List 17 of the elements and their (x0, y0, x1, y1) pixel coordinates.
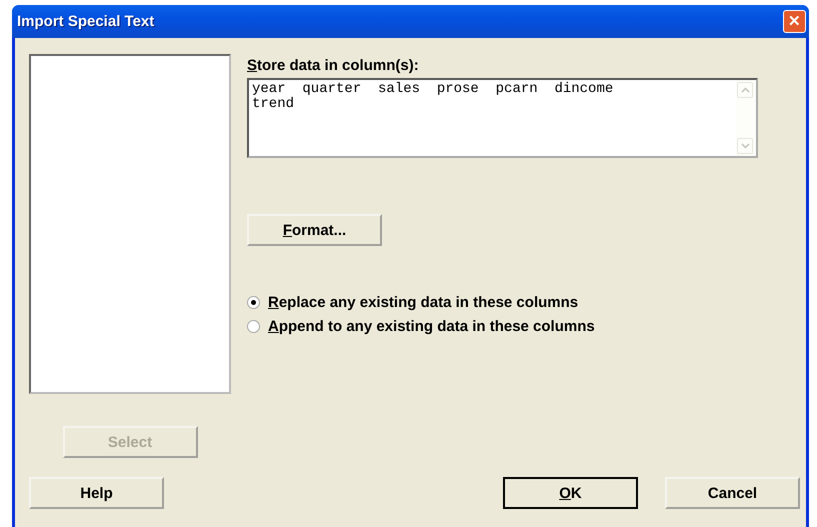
column-names-field[interactable]: year quarter sales prose pcarn dincome trend (247, 78, 758, 158)
help-button[interactable]: Help (29, 477, 164, 509)
scroll-up-icon[interactable] (737, 82, 753, 98)
cancel-button[interactable]: Cancel (665, 477, 800, 509)
radio-button[interactable] (247, 320, 260, 333)
column-names-text: year quarter sales prose pcarn dincome trend (251, 80, 614, 114)
scroll-down-icon[interactable] (737, 138, 753, 154)
radio-label[interactable]: Append to any existing data in these columns (268, 318, 595, 335)
scrollbar[interactable] (736, 80, 756, 156)
format-button[interactable]: Format... (247, 214, 382, 246)
radio-button[interactable] (247, 296, 260, 309)
variables-list[interactable] (29, 54, 231, 394)
ok-button[interactable]: OK (503, 477, 638, 509)
close-button[interactable]: ✕ (783, 10, 806, 33)
window-title: Import Special Text (17, 13, 154, 30)
store-data-label: Store data in column(s): (247, 57, 419, 74)
radio-label[interactable]: Replace any existing data in these columns (268, 294, 578, 311)
